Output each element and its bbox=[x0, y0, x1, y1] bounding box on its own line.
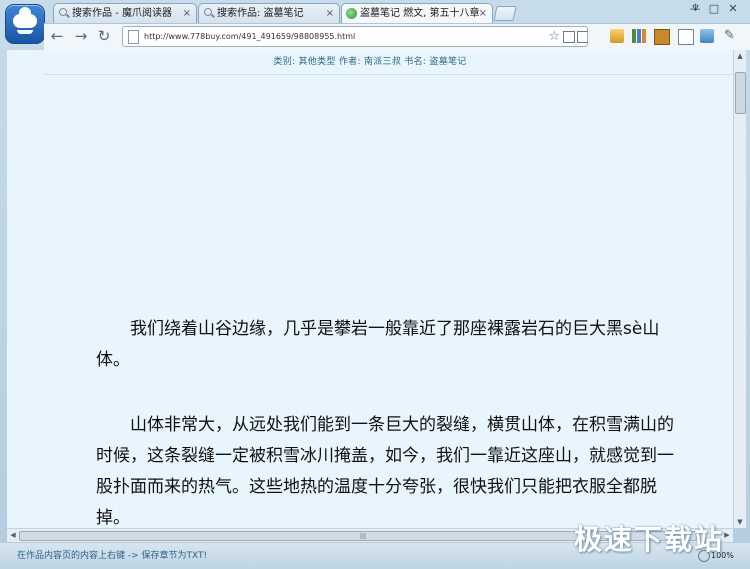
scroll-down-icon[interactable]: ▼ bbox=[734, 516, 746, 528]
close-icon[interactable]: × bbox=[479, 4, 487, 23]
tab-label: 盗墓笔记 燃文, 第五十八章 bbox=[360, 8, 480, 19]
minimize-button[interactable]: — bbox=[686, 1, 704, 17]
vertical-scrollbar[interactable]: ▲ ▼ bbox=[733, 50, 746, 528]
tab-label: 搜索作品 - 魔爪阅读器 bbox=[72, 8, 172, 19]
grip-icon: ||| bbox=[360, 533, 367, 540]
maximize-button[interactable]: □ bbox=[705, 1, 723, 17]
image-icon[interactable] bbox=[700, 29, 714, 43]
reader-icon[interactable] bbox=[563, 31, 575, 43]
url-text[interactable]: http://www.778buy.com/491_491659/9880895… bbox=[144, 27, 355, 46]
reader-mode-icon[interactable] bbox=[577, 31, 588, 43]
search-icon bbox=[59, 8, 67, 16]
document-icon[interactable] bbox=[678, 29, 694, 45]
lock-icon[interactable] bbox=[610, 29, 624, 43]
close-icon[interactable]: × bbox=[183, 4, 191, 23]
reload-button[interactable]: ↻ bbox=[95, 27, 113, 45]
back-button[interactable]: ← bbox=[48, 27, 66, 45]
close-window-button[interactable]: ✕ bbox=[724, 1, 742, 17]
chapter-paragraph: 我们绕着山谷边缘，几乎是攀岩一般靠近了那座裸露岩石的巨大黑sè山体。 bbox=[96, 319, 660, 370]
divider bbox=[43, 74, 733, 75]
vertical-scroll-thumb[interactable] bbox=[735, 72, 746, 114]
scroll-up-icon[interactable]: ▲ bbox=[734, 50, 746, 62]
app-window: 搜索作品 - 魔爪阅读器 × 搜索作品: 盗墓笔记 × 盗墓笔记 燃文, 第五十… bbox=[0, 0, 750, 569]
watermark: 极速下载站 bbox=[574, 523, 725, 556]
search-icon bbox=[204, 8, 212, 16]
address-bar[interactable]: http://www.778buy.com/491_491659/9880895… bbox=[122, 26, 588, 47]
chart-icon[interactable] bbox=[632, 29, 646, 43]
bookmark-star-icon[interactable]: ☆ bbox=[548, 27, 560, 46]
wrench-icon[interactable]: ✎ bbox=[724, 29, 738, 43]
reading-pane: 类别: 其他类型 作者: 南派三叔 书名: 盗墓笔记 我们绕着山谷边缘，几乎是攀… bbox=[7, 50, 733, 528]
tab-label: 搜索作品: 盗墓笔记 bbox=[217, 8, 304, 19]
window-controls: — □ ✕ bbox=[684, 1, 744, 19]
book-icon[interactable] bbox=[654, 29, 670, 45]
globe-icon bbox=[346, 8, 357, 19]
tab-search-daomu[interactable]: 搜索作品: 盗墓笔记 × bbox=[198, 3, 340, 23]
tab-search-works[interactable]: 搜索作品 - 魔爪阅读器 × bbox=[53, 3, 197, 23]
navigation-toolbar: ← → ↻ http://www.778buy.com/491_491659/9… bbox=[44, 23, 750, 50]
page-icon bbox=[128, 30, 139, 44]
forward-button[interactable]: → bbox=[72, 27, 90, 45]
chapter-paragraph: 山体非常大，从远处我们能到一条巨大的裂缝，横贯山体，在积雪满山的时候，这条裂缝一… bbox=[96, 415, 674, 528]
tab-chapter[interactable]: 盗墓笔记 燃文, 第五十八章 × bbox=[341, 3, 493, 24]
scroll-left-icon[interactable]: ◀ bbox=[7, 529, 19, 542]
chapter-meta: 类别: 其他类型 作者: 南派三叔 书名: 盗墓笔记 bbox=[273, 57, 467, 67]
app-logo-icon[interactable] bbox=[5, 4, 45, 44]
status-text: 在作品内容页的内容上右键 -> 保存章节为TXT! bbox=[17, 551, 208, 561]
close-icon[interactable]: × bbox=[326, 4, 334, 23]
new-tab-button[interactable] bbox=[493, 6, 517, 21]
